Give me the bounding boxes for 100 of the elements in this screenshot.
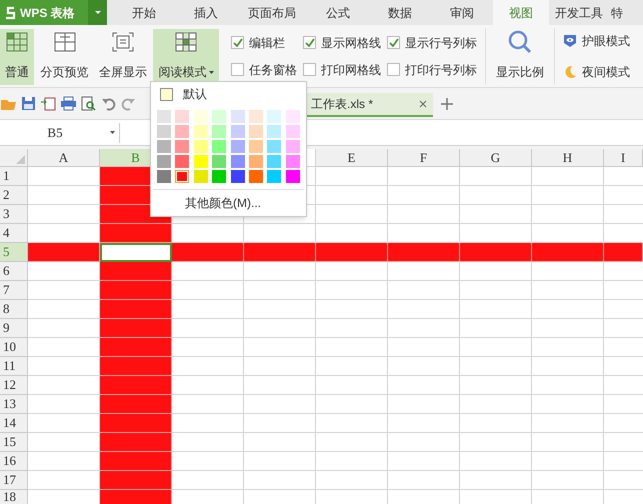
- row-header[interactable]: 15: [0, 433, 28, 452]
- row-header[interactable]: 1: [0, 167, 28, 186]
- column-header[interactable]: I: [604, 149, 643, 167]
- color-swatch[interactable]: [267, 140, 282, 153]
- view-mode-button[interactable]: 分页预览: [36, 29, 93, 85]
- column-header[interactable]: H: [532, 149, 604, 167]
- color-swatch[interactable]: [194, 110, 208, 123]
- row-header[interactable]: 18: [0, 490, 28, 504]
- row-header[interactable]: 13: [0, 395, 28, 414]
- color-swatch[interactable]: [157, 170, 171, 183]
- column-header[interactable]: F: [388, 149, 460, 167]
- color-swatch[interactable]: [212, 155, 226, 168]
- ribbon-tab[interactable]: 插入: [175, 0, 237, 25]
- row-header[interactable]: 4: [0, 224, 28, 243]
- checkbox-option[interactable]: 打印行号列标: [387, 60, 477, 78]
- row-header[interactable]: 2: [0, 186, 28, 205]
- menu-item[interactable]: 其他颜色(M)...: [151, 190, 306, 212]
- color-swatch[interactable]: [175, 170, 190, 183]
- name-box[interactable]: B5: [0, 122, 120, 142]
- row-header[interactable]: 12: [0, 376, 28, 395]
- row-header[interactable]: 14: [0, 414, 28, 433]
- ribbon-tab[interactable]: 数据: [369, 0, 431, 25]
- row-header[interactable]: 3: [0, 205, 28, 224]
- print-preview-icon[interactable]: [81, 96, 96, 111]
- checkbox[interactable]: [387, 63, 400, 76]
- color-swatch[interactable]: [212, 110, 226, 123]
- color-swatch[interactable]: [175, 155, 190, 168]
- checkbox[interactable]: [303, 36, 316, 49]
- column-header[interactable]: G: [460, 149, 532, 167]
- color-swatch[interactable]: [286, 155, 300, 168]
- display-mode-button[interactable]: 护眼模式: [563, 32, 630, 50]
- color-swatch[interactable]: [157, 110, 171, 123]
- color-swatch[interactable]: [248, 125, 263, 138]
- color-swatch[interactable]: [230, 170, 244, 183]
- view-mode-button[interactable]: 普通: [0, 29, 34, 85]
- checkbox-option[interactable]: 编辑栏: [231, 34, 297, 52]
- checkbox[interactable]: [303, 63, 316, 76]
- menu-item[interactable]: 默认: [151, 82, 306, 106]
- ribbon-tab[interactable]: 特: [609, 0, 625, 25]
- column-header[interactable]: E: [316, 149, 388, 167]
- row-header[interactable]: 6: [0, 262, 28, 281]
- color-swatch[interactable]: [267, 110, 282, 123]
- color-swatch[interactable]: [175, 125, 190, 138]
- column-header[interactable]: A: [28, 149, 100, 167]
- color-swatch[interactable]: [230, 125, 244, 138]
- display-mode-button[interactable]: 夜间模式: [563, 62, 630, 80]
- color-swatch[interactable]: [212, 140, 226, 153]
- color-swatch[interactable]: [194, 155, 208, 168]
- print-icon[interactable]: [61, 96, 76, 111]
- row-header[interactable]: 9: [0, 319, 28, 338]
- color-swatch[interactable]: [286, 140, 300, 153]
- row-header[interactable]: 11: [0, 357, 28, 376]
- document-tab[interactable]: 工作表.xls *: [307, 92, 433, 116]
- ribbon-tab[interactable]: 审阅: [431, 0, 493, 25]
- zoom-ratio-button[interactable]: 显示比例: [490, 25, 550, 87]
- color-swatch[interactable]: [194, 170, 208, 183]
- color-swatch[interactable]: [230, 110, 244, 123]
- color-swatch[interactable]: [175, 140, 190, 153]
- checkbox-option[interactable]: 任务窗格: [231, 60, 297, 78]
- ribbon-tab[interactable]: 开始: [113, 0, 175, 25]
- checkbox[interactable]: [387, 36, 400, 49]
- active-cell[interactable]: [100, 243, 172, 262]
- export-document-icon[interactable]: [41, 96, 56, 111]
- row-header[interactable]: 16: [0, 452, 28, 471]
- color-swatch[interactable]: [267, 125, 282, 138]
- row-header[interactable]: 10: [0, 338, 28, 357]
- redo-icon[interactable]: [121, 96, 136, 111]
- checkbox[interactable]: [231, 36, 244, 49]
- row-header[interactable]: 7: [0, 281, 28, 300]
- checkbox[interactable]: [231, 63, 244, 76]
- color-swatch[interactable]: [286, 125, 300, 138]
- color-swatch[interactable]: [230, 155, 244, 168]
- checkbox-option[interactable]: 显示行号列标: [387, 34, 477, 52]
- add-icon[interactable]: [441, 98, 453, 110]
- color-swatch[interactable]: [267, 170, 282, 183]
- color-swatch[interactable]: [175, 110, 190, 123]
- app-dropdown-button[interactable]: [88, 0, 107, 25]
- color-swatch[interactable]: [267, 155, 282, 168]
- save-icon[interactable]: [21, 96, 36, 111]
- ribbon-tab[interactable]: 页面布局: [237, 0, 307, 25]
- checkbox-option[interactable]: 打印网格线: [303, 60, 381, 78]
- ribbon-tab[interactable]: 公式: [307, 0, 369, 25]
- ribbon-tab[interactable]: 视图: [493, 0, 549, 25]
- color-swatch[interactable]: [212, 125, 226, 138]
- color-swatch[interactable]: [248, 155, 263, 168]
- row-header[interactable]: 8: [0, 300, 28, 319]
- undo-icon[interactable]: [101, 96, 116, 111]
- color-swatch[interactable]: [194, 125, 208, 138]
- color-swatch[interactable]: [248, 110, 263, 123]
- color-swatch[interactable]: [157, 155, 171, 168]
- color-swatch[interactable]: [157, 125, 171, 138]
- color-swatch[interactable]: [248, 140, 263, 153]
- color-swatch[interactable]: [194, 140, 208, 153]
- ribbon-tab[interactable]: 开发工具: [549, 0, 609, 25]
- color-swatch[interactable]: [286, 170, 300, 183]
- color-swatch[interactable]: [157, 140, 171, 153]
- color-swatch[interactable]: [212, 170, 226, 183]
- color-swatch[interactable]: [230, 140, 244, 153]
- view-mode-button[interactable]: 全屏显示: [95, 29, 151, 85]
- row-header[interactable]: 17: [0, 471, 28, 490]
